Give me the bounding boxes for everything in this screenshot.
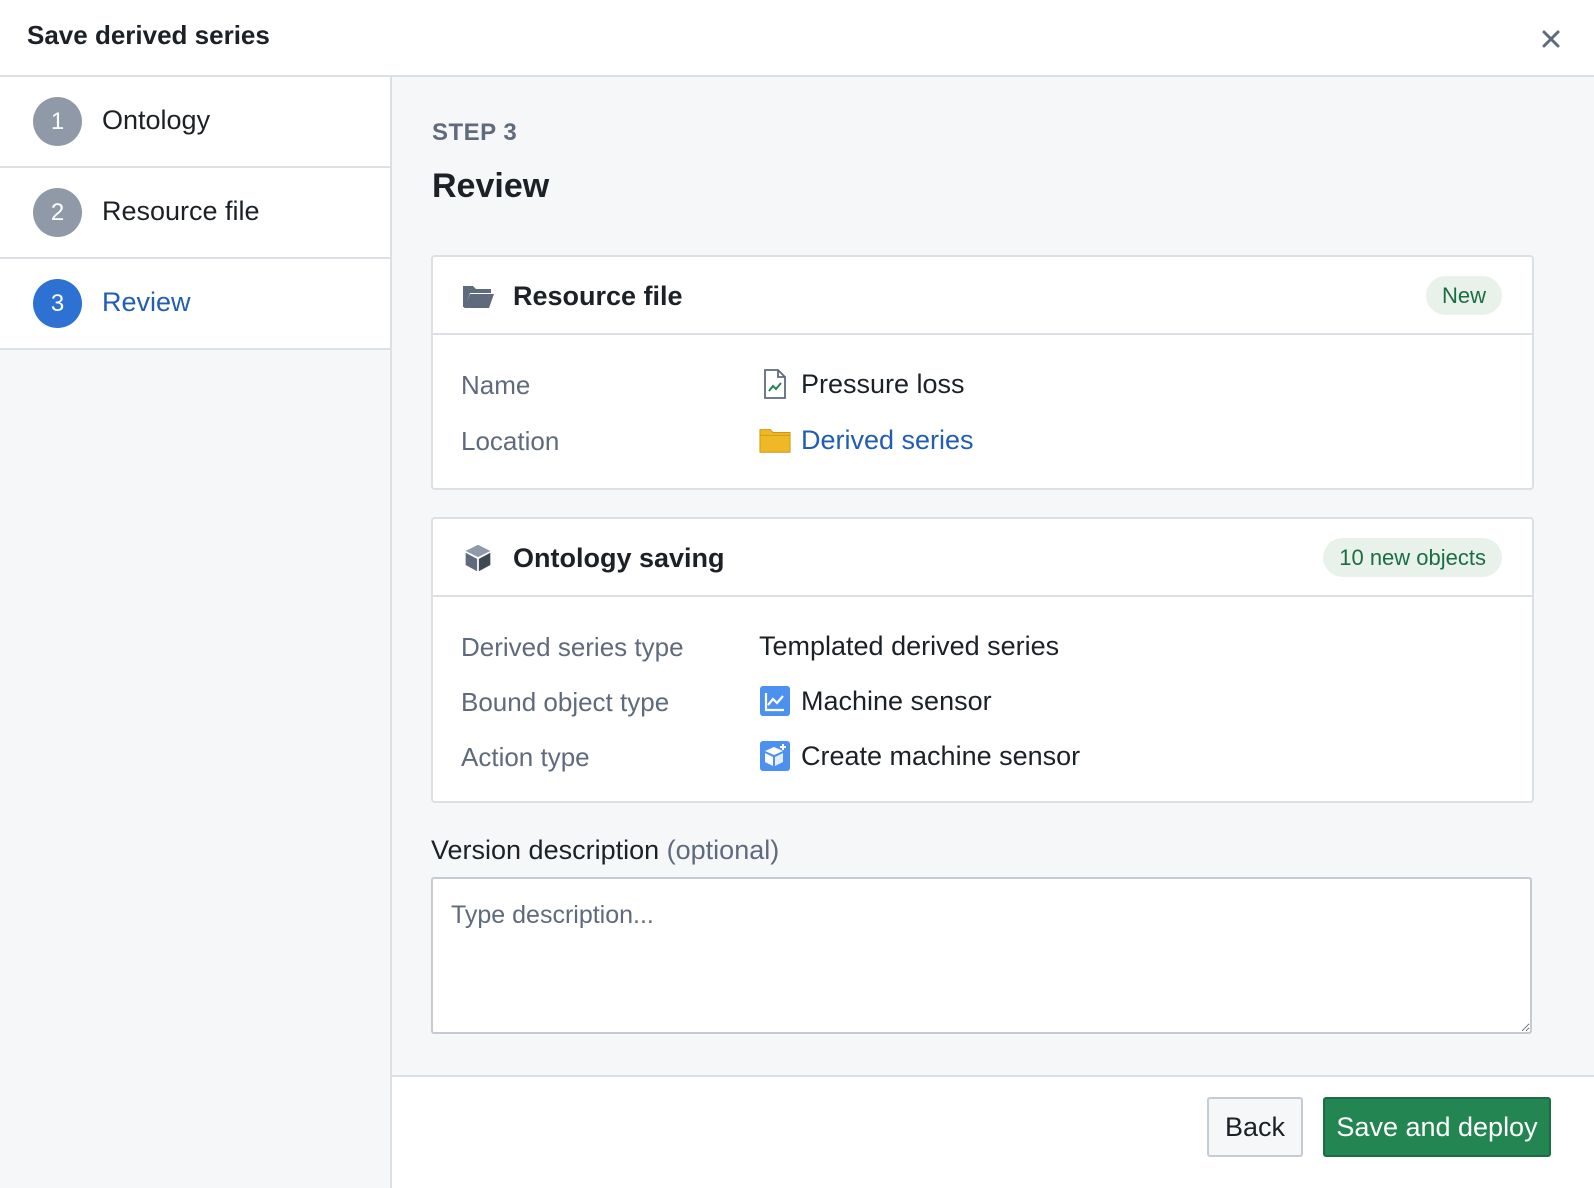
location-link[interactable]: Derived series <box>801 425 974 456</box>
row-value: Derived series <box>759 420 974 460</box>
step-review[interactable]: 3 Review <box>0 259 390 350</box>
dialog-header: Save derived series <box>0 0 1594 77</box>
card-header: Resource file New <box>433 257 1532 335</box>
version-description-input[interactable] <box>431 877 1532 1034</box>
name-row: Name Pressure loss <box>461 364 1504 404</box>
card-header: Ontology saving 10 new objects <box>433 519 1532 597</box>
folder-open-icon <box>463 286 494 308</box>
bound-object-type-value: Machine sensor <box>801 685 992 716</box>
step-number: 3 <box>33 279 82 328</box>
folder-icon <box>759 424 791 456</box>
version-description-label: Version description (optional) <box>431 835 779 866</box>
main-panel: STEP 3 Review Resource file New Name Pre… <box>392 77 1594 1075</box>
optional-label: (optional) <box>666 835 780 865</box>
step-number: 1 <box>33 97 82 146</box>
dialog-title: Save derived series <box>27 20 270 50</box>
step-label: Review <box>102 287 191 317</box>
cube-add-icon <box>759 740 791 772</box>
ontology-saving-card: Ontology saving 10 new objects Derived s… <box>431 517 1534 803</box>
back-button[interactable]: Back <box>1207 1097 1303 1157</box>
step-label: Ontology <box>102 105 211 135</box>
close-icon <box>1542 30 1560 48</box>
resource-file-card: Resource file New Name Pressure loss Loc… <box>431 255 1534 490</box>
row-value: Machine sensor <box>759 681 992 721</box>
line-chart-icon <box>759 685 791 717</box>
cube-icon <box>465 544 491 572</box>
step-kicker: STEP 3 <box>432 119 518 146</box>
derived-series-type-row: Derived series type Templated derived se… <box>461 626 1504 666</box>
version-description-label-text: Version description <box>431 835 660 865</box>
timeseries-file-icon <box>759 368 791 400</box>
step-resource-file[interactable]: 2 Resource file <box>0 168 390 259</box>
row-key: Name <box>461 370 531 400</box>
row-key: Derived series type <box>461 632 684 662</box>
location-row: Location Derived series <box>461 420 1504 460</box>
save-derived-series-dialog: Save derived series 1 Ontology 2 Resourc… <box>0 0 1594 1188</box>
action-type-value: Create machine sensor <box>801 740 1081 771</box>
row-value: Templated derived series <box>759 626 1059 666</box>
step-ontology[interactable]: 1 Ontology <box>0 77 390 168</box>
page-title: Review <box>432 167 550 205</box>
row-key: Bound object type <box>461 687 670 717</box>
bound-object-type-row: Bound object type Machine sensor <box>461 681 1504 721</box>
derived-series-type-value: Templated derived series <box>759 630 1060 661</box>
save-and-deploy-button[interactable]: Save and deploy <box>1323 1097 1551 1157</box>
dialog-footer: Back Save and deploy <box>392 1075 1594 1188</box>
step-label: Resource file <box>102 196 260 226</box>
status-badge: New <box>1425 276 1502 315</box>
step-number: 2 <box>33 188 82 237</box>
resource-name: Pressure loss <box>801 368 965 399</box>
row-value: Create machine sensor <box>759 736 1080 776</box>
row-key: Location <box>461 426 560 456</box>
row-key: Action type <box>461 742 590 772</box>
action-type-row: Action type Create machine sensor <box>461 736 1504 776</box>
card-title: Resource file <box>513 281 683 311</box>
card-title: Ontology saving <box>513 543 725 573</box>
close-button[interactable] <box>1534 22 1568 56</box>
steps-sidebar: 1 Ontology 2 Resource file 3 Review <box>0 77 392 1188</box>
row-value: Pressure loss <box>759 364 965 404</box>
status-badge: 10 new objects <box>1323 538 1502 577</box>
